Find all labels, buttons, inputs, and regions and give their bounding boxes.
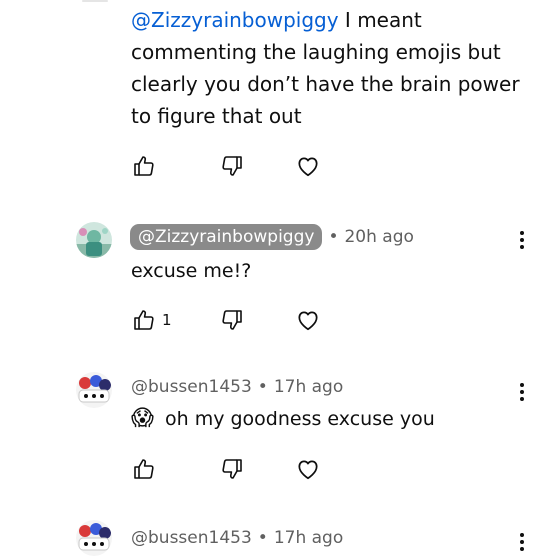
avatar[interactable] — [76, 222, 112, 258]
avatar-image-icon — [76, 222, 112, 258]
separator: • — [328, 227, 339, 247]
divider — [82, 0, 108, 2]
separator: • — [257, 377, 268, 397]
more-vertical-icon — [520, 383, 524, 387]
thumbs-up-icon — [134, 459, 154, 479]
timestamp: 17h ago — [273, 377, 344, 397]
thumbs-up-icon — [134, 156, 154, 176]
reply-text: @Zizzyrainbowpiggy I meant commenting th… — [131, 4, 541, 132]
like-button[interactable] — [130, 152, 158, 180]
comment-meta: @bussen1453 • 17h ago — [131, 523, 343, 553]
comment-handle[interactable]: @bussen1453 — [131, 377, 252, 397]
comment-meta: @bussen1453 • 17h ago — [131, 372, 343, 402]
comment-body: oh my goodness excuse you — [165, 408, 435, 430]
like-button[interactable] — [130, 455, 158, 483]
comment-handle[interactable]: @bussen1453 — [131, 528, 252, 548]
heart-button[interactable] — [294, 152, 322, 180]
comment-meta: @Zizzyrainbowpiggy • 20h ago — [130, 222, 414, 252]
heart-icon — [298, 157, 318, 177]
heart-icon — [298, 311, 318, 331]
comment-handle[interactable]: @Zizzyrainbowpiggy — [130, 224, 323, 250]
avatar[interactable] — [76, 372, 112, 408]
thumbs-down-icon — [222, 310, 242, 330]
comment-text: 😱 oh my goodness excuse you — [131, 404, 435, 434]
screaming-face-emoji: 😱 — [131, 406, 154, 431]
like-count: 1 — [162, 311, 172, 329]
more-options-button[interactable] — [516, 530, 528, 554]
separator: • — [257, 528, 268, 548]
comment-text: excuse me!? — [131, 260, 252, 282]
more-vertical-icon — [520, 231, 524, 235]
like-button[interactable] — [130, 306, 158, 334]
avatar-image-icon — [76, 520, 112, 556]
thumbs-down-icon — [222, 459, 242, 479]
mention-link[interactable]: @Zizzyrainbowpiggy — [131, 8, 339, 32]
avatar-image-icon — [76, 372, 112, 408]
dislike-button[interactable] — [218, 306, 246, 334]
timestamp: 20h ago — [344, 227, 414, 247]
avatar[interactable] — [76, 520, 112, 556]
dislike-button[interactable] — [218, 152, 246, 180]
thumbs-down-icon — [222, 156, 242, 176]
more-options-button[interactable] — [516, 228, 528, 252]
heart-icon — [298, 460, 318, 480]
dislike-button[interactable] — [218, 455, 246, 483]
thumbs-up-icon — [134, 310, 154, 330]
more-vertical-icon — [520, 533, 524, 537]
timestamp: 17h ago — [273, 528, 344, 548]
heart-button[interactable] — [294, 455, 322, 483]
heart-button[interactable] — [294, 306, 322, 334]
more-options-button[interactable] — [516, 380, 528, 404]
